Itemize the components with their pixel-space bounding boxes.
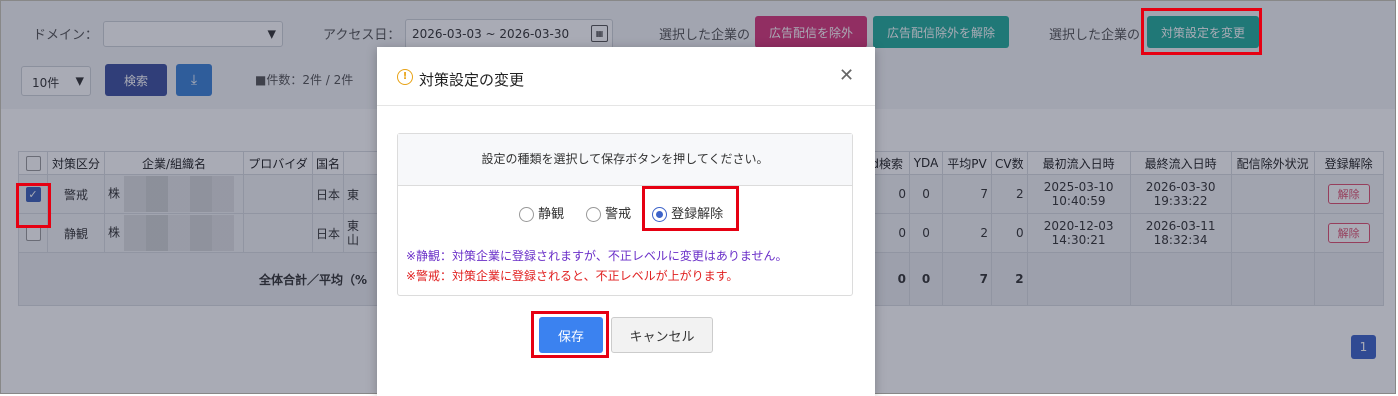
instruction-text: 設定の種類を選択して保存ボタンを押してください。 [481, 152, 769, 166]
cancel-button[interactable]: キャンセル [611, 317, 713, 353]
close-icon[interactable]: ✕ [839, 65, 854, 86]
dialog-title: 対策設定の変更 [419, 71, 525, 89]
radio-label: 静観 [538, 207, 565, 222]
note-seikan: ※静観：対策企業に登録されますが、不正レベルに変更はありません。 [406, 249, 788, 263]
radio-button[interactable] [586, 207, 601, 222]
radio-button[interactable] [519, 207, 534, 222]
note-keikai: ※警戒：対策企業に登録されると、不正レベルが上がります。 [406, 269, 739, 283]
radio-label: 登録解除 [671, 207, 724, 222]
panel-header: 設定の種類を選択して保存ボタンを押してください。 [398, 134, 852, 186]
change-setting-dialog: ! 対策設定の変更 ✕ 設定の種類を選択して保存ボタンを押してください。 静観 … [377, 47, 875, 396]
warning-icon: ! [397, 69, 413, 85]
radio-option-unregister[interactable]: 登録解除 [652, 203, 723, 222]
save-button[interactable]: 保存 [539, 317, 603, 353]
radio-option-seikan[interactable]: 静観 [519, 203, 564, 222]
divider [377, 105, 875, 106]
setting-panel: 設定の種類を選択して保存ボタンを押してください。 静観 警戒 登録解除 ※静観：… [397, 133, 853, 296]
radio-label: 警戒 [605, 207, 632, 222]
radio-option-keikai[interactable]: 警戒 [586, 203, 631, 222]
radio-button-selected[interactable] [652, 207, 667, 222]
